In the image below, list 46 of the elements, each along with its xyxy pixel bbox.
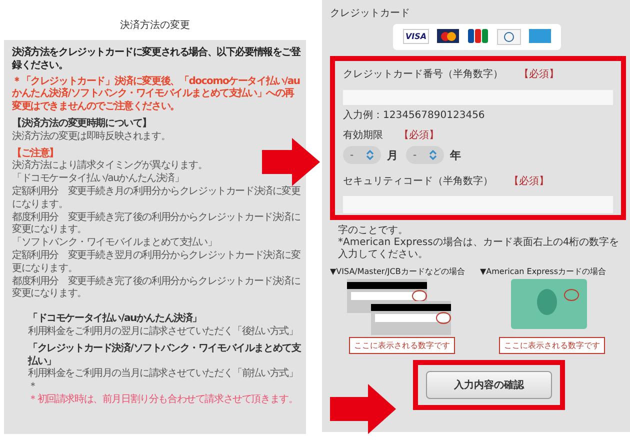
arrow-icon [330,384,396,434]
body-text: 都度利用分 変更手続き完了後の利用分からクレジットカード決済に変更になります。 [12,212,302,236]
required-label: 【必須】 [519,68,559,81]
field-label: 有効期限 [343,128,383,142]
term-description: 利用料金をご利用月の当月に請求させていただく「前払い方式」＊ [28,368,299,394]
footnote-text: ＊初回請求時は、前月日割り分も合わせて請求させて頂きます。 [28,394,299,407]
section-heading: 【決済方法の変更時期について】 [12,118,153,130]
note-text: *American Expressの場合は、カード表面右上の4桁の数字を入力してください。 [337,237,620,261]
body-text: 「ドコモケータイ払い/auかんたん決済」 [12,173,185,186]
unit-label: 年 [450,148,461,162]
section-title: クレジットカード [330,7,411,20]
body-text: 定額利用分 変更手続き月の利用分からクレジットカード決済に変更になります。 [12,186,302,212]
field-label: セキュリティコード（半角数字） [343,174,493,188]
dropdown[interactable]: - [406,146,444,164]
square-logo-icon [529,29,551,43]
up-down-arrows-icon [429,150,437,160]
visa-logo: VISA [403,29,429,44]
page-title: 決済方法の変更 [119,18,191,33]
warning-text: ＊「クレジットカード」決済に変更後、「docomoケータイ払い/auかんたん決済/ソフトバンク・ワイモバイルまとめて支払い」への再変更はできませんのでご注意ください。 [12,76,301,114]
field-label: クレジットカード番号（半角数字） [343,68,503,81]
body-text: 決済方法の変更は即時反映されます。 [12,130,172,144]
body-text: 都度利用分 変更手続き完了後の利用分からクレジットカード決済に変更になります。 [12,276,302,302]
circles-logo-icon [437,29,459,43]
example-caption: ▼American Expressカードの場合 [480,266,606,277]
input-example-text: 入力例：1234567890123456 [343,108,486,122]
callout-label: ここに表示される数字です [499,337,605,354]
body-text: 決済方法により請求タイミングが異なります。 [12,160,208,172]
required-label: 【必須】 [509,174,549,188]
example-caption: ▼VISA/Master/JCBカードなどの場合 [330,266,465,277]
body-text: 定額利用分 変更手続き翌月の利用分からクレジットカード決済に変更になります。 [12,250,302,276]
circle-logo-icon [497,29,521,45]
term-description: 利用料金をご利用月の翌月に請求させていただく「後払い方式」 [28,326,299,339]
callout-label: ここに表示される数字です [349,337,455,354]
body-text: 「ソフトバンク・ワイモバイルまとめて支払い」 [12,237,218,250]
unit-label: 月 [387,148,398,162]
required-label: 【必須】 [399,128,439,142]
stripes-logo-icon [467,29,489,43]
dropdown[interactable]: - [343,146,381,164]
confirm-button[interactable]: 入力内容の確認 [426,371,552,399]
note-text: 字のことです。 [337,225,409,237]
intro-text: 決済方法をクレジットカードに変更される場合、以下必要情報をご登録ください。 [12,47,302,73]
arrow-icon [262,138,320,186]
up-down-arrows-icon [366,150,374,160]
notice-heading: 【ご注意】 [12,148,60,160]
term-heading: 「クレジットカード決済/ソフトバンク・ワイモバイルまとめて支払い」 [28,342,302,368]
term-heading: 「ドコモケータイ払い/auかんたん決済」 [28,313,203,326]
